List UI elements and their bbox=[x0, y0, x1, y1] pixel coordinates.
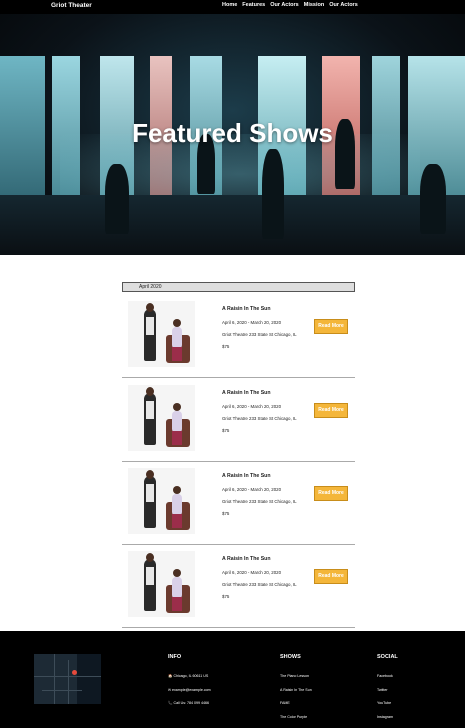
map-pin-icon bbox=[72, 670, 77, 675]
show-image[interactable] bbox=[128, 551, 195, 617]
footer-shows-heading: SHOWS bbox=[280, 654, 301, 660]
footer-show-link[interactable]: A Raisin In The Sun bbox=[280, 684, 312, 698]
show-venue: Griot Theatre 233 State St Chicago, IL bbox=[222, 332, 297, 337]
show-title[interactable]: A Raisin In The Sun bbox=[222, 473, 312, 479]
show-dates: April 6, 2020 - March 20, 2020 bbox=[222, 570, 282, 575]
footer-info: INFO 🏠 Chicago, IL 60611 US ✉ example@ex… bbox=[168, 654, 211, 711]
address-text: 🏠 Chicago, IL 60611 US bbox=[168, 674, 209, 678]
show-image[interactable] bbox=[128, 301, 195, 367]
show-dates: April 6, 2020 - March 20, 2020 bbox=[222, 320, 282, 325]
read-more-button[interactable]: Read More bbox=[314, 319, 348, 334]
instagram-link[interactable]: Instagram bbox=[377, 711, 398, 725]
nav-our-actors[interactable]: Our Actors bbox=[270, 2, 299, 8]
footer-show-link[interactable]: The Color Purple bbox=[280, 711, 312, 725]
footer-show-link[interactable]: FAME bbox=[280, 697, 312, 711]
footer-social: SOCIAL Facebook Twitter YouTube Instagra… bbox=[377, 654, 398, 724]
read-more-button[interactable]: Read More bbox=[314, 403, 348, 418]
email-link[interactable]: ✉ example@example.com bbox=[168, 684, 211, 698]
nav-home[interactable]: Home bbox=[222, 2, 237, 8]
footer-show-link[interactable]: The Piano Lesson bbox=[280, 670, 312, 684]
show-title[interactable]: A Raisin In The Sun bbox=[222, 390, 312, 396]
stage-floor bbox=[0, 195, 465, 255]
read-more-button[interactable]: Read More bbox=[314, 486, 348, 501]
show-price: $75 bbox=[222, 428, 230, 433]
nav-our-actors-2[interactable]: Our Actors bbox=[329, 2, 358, 8]
nav-mission[interactable]: Mission bbox=[304, 2, 324, 8]
show-info: A Raisin In The Sun April 6, 2020 - Marc… bbox=[222, 390, 312, 437]
footer-shows: SHOWS The Piano Lesson A Raisin In The S… bbox=[280, 654, 312, 724]
show-title[interactable]: A Raisin In The Sun bbox=[222, 306, 312, 312]
month-header: April 2020 bbox=[122, 282, 355, 292]
read-more-button[interactable]: Read More bbox=[314, 569, 348, 584]
actor-silhouette bbox=[105, 164, 129, 234]
page-title: Featured Shows bbox=[132, 118, 333, 148]
show-venue: Griot Theatre 233 State St Chicago, IL bbox=[222, 499, 297, 504]
twitter-link[interactable]: Twitter bbox=[377, 684, 398, 698]
show-image[interactable] bbox=[128, 468, 195, 534]
show-card: A Raisin In The Sun April 6, 2020 - Marc… bbox=[122, 378, 355, 462]
brand-logo[interactable]: Griot Theater bbox=[51, 2, 92, 9]
show-info: A Raisin In The Sun April 6, 2020 - Marc… bbox=[222, 473, 312, 520]
footer-social-heading: SOCIAL bbox=[377, 654, 398, 660]
hero-banner: Featured Shows bbox=[0, 14, 465, 255]
footer-info-heading: INFO bbox=[168, 654, 182, 660]
show-info: A Raisin In The Sun April 6, 2020 - Marc… bbox=[222, 556, 312, 603]
show-info: A Raisin In The Sun April 6, 2020 - Marc… bbox=[222, 306, 312, 353]
show-card: A Raisin In The Sun April 6, 2020 - Marc… bbox=[122, 461, 355, 545]
show-card: A Raisin In The Sun April 6, 2020 - Marc… bbox=[122, 544, 355, 628]
show-dates: April 6, 2020 - March 20, 2020 bbox=[222, 487, 282, 492]
facebook-link[interactable]: Facebook bbox=[377, 670, 398, 684]
show-price: $75 bbox=[222, 511, 230, 516]
show-dates: April 6, 2020 - March 20, 2020 bbox=[222, 404, 282, 409]
youtube-link[interactable]: YouTube bbox=[377, 697, 398, 711]
show-title[interactable]: A Raisin In The Sun bbox=[222, 556, 312, 562]
location-map[interactable] bbox=[34, 654, 101, 704]
actor-silhouette bbox=[420, 164, 446, 234]
show-price: $75 bbox=[222, 594, 230, 599]
show-venue: Griot Theatre 233 State St Chicago, IL bbox=[222, 416, 297, 421]
main-nav: Home Features Our Actors Mission Our Act… bbox=[222, 2, 358, 8]
show-image[interactable] bbox=[128, 385, 195, 451]
site-footer: INFO 🏠 Chicago, IL 60611 US ✉ example@ex… bbox=[0, 631, 465, 728]
top-navigation-bar: Griot Theater Home Features Our Actors M… bbox=[0, 0, 465, 14]
show-card: A Raisin In The Sun April 6, 2020 - Marc… bbox=[122, 294, 355, 378]
show-price: $75 bbox=[222, 344, 230, 349]
nav-features[interactable]: Features bbox=[242, 2, 265, 8]
actor-silhouette bbox=[262, 149, 284, 239]
phone-link[interactable]: 📞 Call Us: 784 099 4466 bbox=[168, 697, 211, 711]
show-venue: Griot Theatre 233 State St Chicago, IL bbox=[222, 582, 297, 587]
